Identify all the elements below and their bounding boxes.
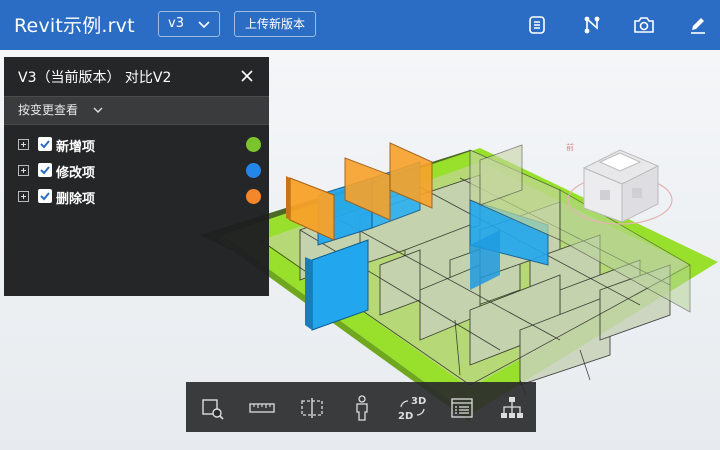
tree-item-label: 删除项 — [56, 192, 96, 207]
tree-item-label: 新增项 — [56, 140, 96, 155]
graph-icon[interactable] — [580, 13, 604, 37]
view-2d-3d-icon[interactable]: 3D 2D — [396, 394, 428, 422]
panel-title: V3（当前版本） 对比V2 — [18, 70, 172, 86]
model-tree-icon[interactable] — [498, 394, 526, 422]
expand-icon[interactable] — [18, 139, 29, 150]
filter-label: 按变更查看 — [18, 103, 79, 117]
chevron-down-icon — [198, 21, 210, 29]
version-select[interactable]: v3 — [158, 11, 220, 37]
pen-icon[interactable] — [686, 13, 710, 37]
camera-icon[interactable] — [632, 13, 656, 37]
view-cube-face-label: 前 — [566, 142, 574, 152]
tree-item-modified[interactable]: 修改项 — [18, 161, 263, 181]
tree-item-deleted[interactable]: 删除项 — [18, 187, 263, 207]
top-bar: Revit示例.rvt v3 上传新版本 — [0, 0, 720, 50]
close-icon[interactable] — [239, 68, 255, 84]
toggle-3d-label: 3D — [411, 396, 426, 407]
expand-icon[interactable] — [18, 191, 29, 202]
version-compare-panel: V3（当前版本） 对比V2 按变更查看 新增项 修改项 删除项 — [4, 57, 269, 296]
chevron-down-icon — [93, 107, 103, 113]
list-icon[interactable] — [525, 13, 549, 37]
measure-icon[interactable] — [248, 394, 276, 422]
tree-item-added[interactable]: 新增项 — [18, 135, 263, 155]
toggle-2d-label: 2D — [398, 411, 413, 422]
version-value: v3 — [168, 16, 184, 31]
section-box-icon[interactable] — [298, 394, 326, 422]
file-title: Revit示例.rvt — [14, 15, 135, 37]
check-icon — [40, 192, 50, 201]
properties-icon[interactable] — [448, 394, 476, 422]
expand-icon[interactable] — [18, 165, 29, 176]
checkbox-added[interactable] — [38, 137, 52, 151]
filter-dropdown[interactable]: 按变更查看 — [4, 96, 269, 125]
upload-new-version-button[interactable]: 上传新版本 — [234, 11, 316, 37]
tree-item-label: 修改项 — [56, 166, 96, 181]
check-icon — [40, 166, 50, 175]
status-color-dot — [246, 137, 261, 152]
bottom-toolbar: 3D 2D — [186, 382, 536, 432]
zoom-region-icon[interactable] — [198, 394, 226, 422]
status-color-dot — [246, 163, 261, 178]
status-color-dot — [246, 189, 261, 204]
check-icon — [40, 140, 50, 149]
checkbox-deleted[interactable] — [38, 189, 52, 203]
person-view-icon[interactable] — [348, 394, 376, 422]
checkbox-modified[interactable] — [38, 163, 52, 177]
